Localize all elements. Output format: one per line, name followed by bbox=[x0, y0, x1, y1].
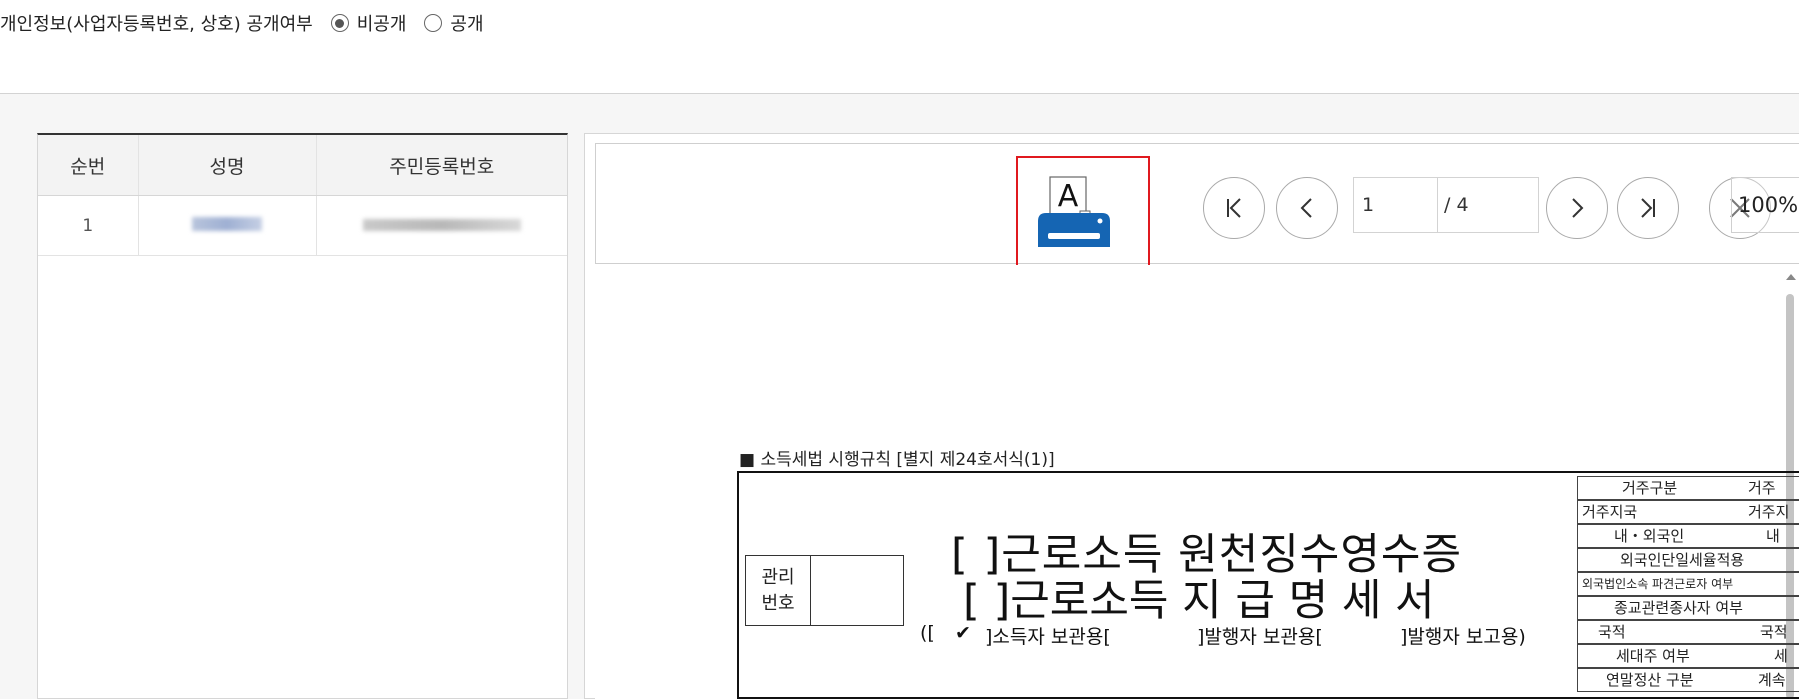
management-number-label: 관리 번호 bbox=[746, 556, 811, 625]
grid-cell-label: 종교관련종사자 여부 bbox=[1614, 599, 1743, 617]
last-page-icon bbox=[1641, 198, 1655, 218]
scroll-up-arrow-icon[interactable] bbox=[1786, 274, 1796, 280]
column-header-name: 성명 bbox=[138, 135, 317, 196]
grid-row: 외국법인소속 파견근로자 여부 bbox=[1577, 572, 1799, 596]
first-page-button[interactable] bbox=[1203, 177, 1265, 239]
radio-public-label: 공개 bbox=[450, 14, 484, 35]
grid-row: 종교관련종사자 여부 bbox=[1577, 596, 1799, 620]
next-page-button[interactable] bbox=[1546, 177, 1608, 239]
grid-cell-label: 세대주 여부 bbox=[1616, 647, 1690, 665]
copy-earner-label: ]소득자 보관용[ bbox=[985, 626, 1111, 648]
privacy-disclosure-row: 개인정보(사업자등록번호, 상호) 공개여부 비공개 공개 bbox=[0, 10, 484, 36]
radio-private-label: 비공개 bbox=[356, 14, 407, 35]
row-number: 1 bbox=[38, 195, 139, 256]
grid-cell-label: 국적 bbox=[1598, 623, 1626, 641]
grid-cell-label: 외국법인소속 파견근로자 여부 bbox=[1582, 577, 1734, 591]
grid-row: 연말정산 구분 계속 bbox=[1577, 668, 1799, 692]
current-page-input[interactable] bbox=[1354, 178, 1438, 232]
total-pages: / 4 bbox=[1444, 194, 1469, 216]
grid-cell-label: 거주지국 bbox=[1582, 503, 1638, 521]
row-rrn-cell bbox=[316, 195, 567, 256]
employee-table: 순번 성명 주민등록번호 1 bbox=[38, 135, 567, 256]
grid-cell-value: 세 bbox=[1774, 647, 1788, 665]
grid-cell-label: 연말정산 구분 bbox=[1606, 671, 1694, 689]
grid-row: 외국인단일세율적용 bbox=[1577, 548, 1799, 572]
form-title-statement: [ ]근로소득 지 급 명 세 서 bbox=[963, 576, 1435, 626]
grid-row: 거주구분 거주 bbox=[1577, 476, 1799, 500]
grid-cell-value: 거주지 bbox=[1748, 503, 1790, 521]
first-page-icon bbox=[1227, 198, 1241, 218]
radio-public-control[interactable] bbox=[424, 14, 443, 32]
grid-row: 세대주 여부 세 bbox=[1577, 644, 1799, 668]
next-page-icon bbox=[1572, 198, 1584, 218]
zoom-level[interactable]: 100% bbox=[1731, 177, 1799, 233]
last-page-button[interactable] bbox=[1617, 177, 1679, 239]
grid-row: 내・외국인 내 bbox=[1577, 524, 1799, 548]
form-copy-open: ([ bbox=[920, 622, 935, 644]
radio-private-control[interactable] bbox=[330, 14, 349, 32]
print-button-highlight bbox=[1016, 156, 1150, 281]
residency-info-grid: 거주구분 거주 거주지국 거주지 내・외국인 내 외국인단일세율적용 외국법인소속 파… bbox=[1577, 476, 1799, 699]
form-regulation-label: ■ 소득세법 시행규칙 [별지 제24호서식(1)] bbox=[739, 450, 1055, 470]
blurred-rrn bbox=[362, 218, 521, 231]
grid-cell-value: 거주 bbox=[1748, 479, 1776, 497]
grid-cell-label: 거주구분 bbox=[1622, 479, 1678, 497]
radio-selected-dot bbox=[335, 18, 345, 28]
grid-cell-label: 외국인단일세율적용 bbox=[1620, 551, 1745, 569]
checkmark-icon: ✔ bbox=[955, 622, 971, 644]
table-header-row: 순번 성명 주민등록번호 bbox=[38, 135, 567, 196]
row-name-cell[interactable] bbox=[138, 195, 317, 256]
blurred-name bbox=[192, 216, 262, 231]
grid-cell-value: 내 bbox=[1766, 527, 1780, 545]
grid-cell-value: 계속 bbox=[1758, 671, 1786, 689]
grid-cell-value: 국적 bbox=[1760, 623, 1788, 641]
prev-page-button[interactable] bbox=[1276, 177, 1338, 239]
grid-cell-label: 내・외국인 bbox=[1614, 527, 1685, 545]
column-header-rrn: 주민등록번호 bbox=[316, 135, 567, 196]
grid-row: 국적 국적 bbox=[1577, 620, 1799, 644]
radio-public[interactable]: 공개 bbox=[424, 10, 484, 36]
page-navigator: / 4 bbox=[1353, 177, 1539, 233]
management-label-line2: 번호 bbox=[761, 592, 795, 614]
copy-issuer-keep-label: ]발행자 보관용[ bbox=[1197, 626, 1323, 648]
copy-issuer-report-label: ]발행자 보고용) bbox=[1400, 626, 1526, 648]
table-row[interactable]: 1 bbox=[38, 195, 567, 256]
privacy-disclosure-label: 개인정보(사업자등록번호, 상호) 공개여부 bbox=[0, 14, 313, 35]
management-number-box: 관리 번호 bbox=[745, 555, 904, 626]
prev-page-icon bbox=[1300, 198, 1312, 218]
grid-row: 거주지국 거주지 bbox=[1577, 500, 1799, 524]
column-header-no: 순번 bbox=[38, 135, 139, 196]
radio-private[interactable]: 비공개 bbox=[330, 10, 407, 36]
employee-list-panel: 순번 성명 주민등록번호 1 bbox=[37, 133, 568, 699]
management-label-line1: 관리 bbox=[761, 566, 795, 588]
